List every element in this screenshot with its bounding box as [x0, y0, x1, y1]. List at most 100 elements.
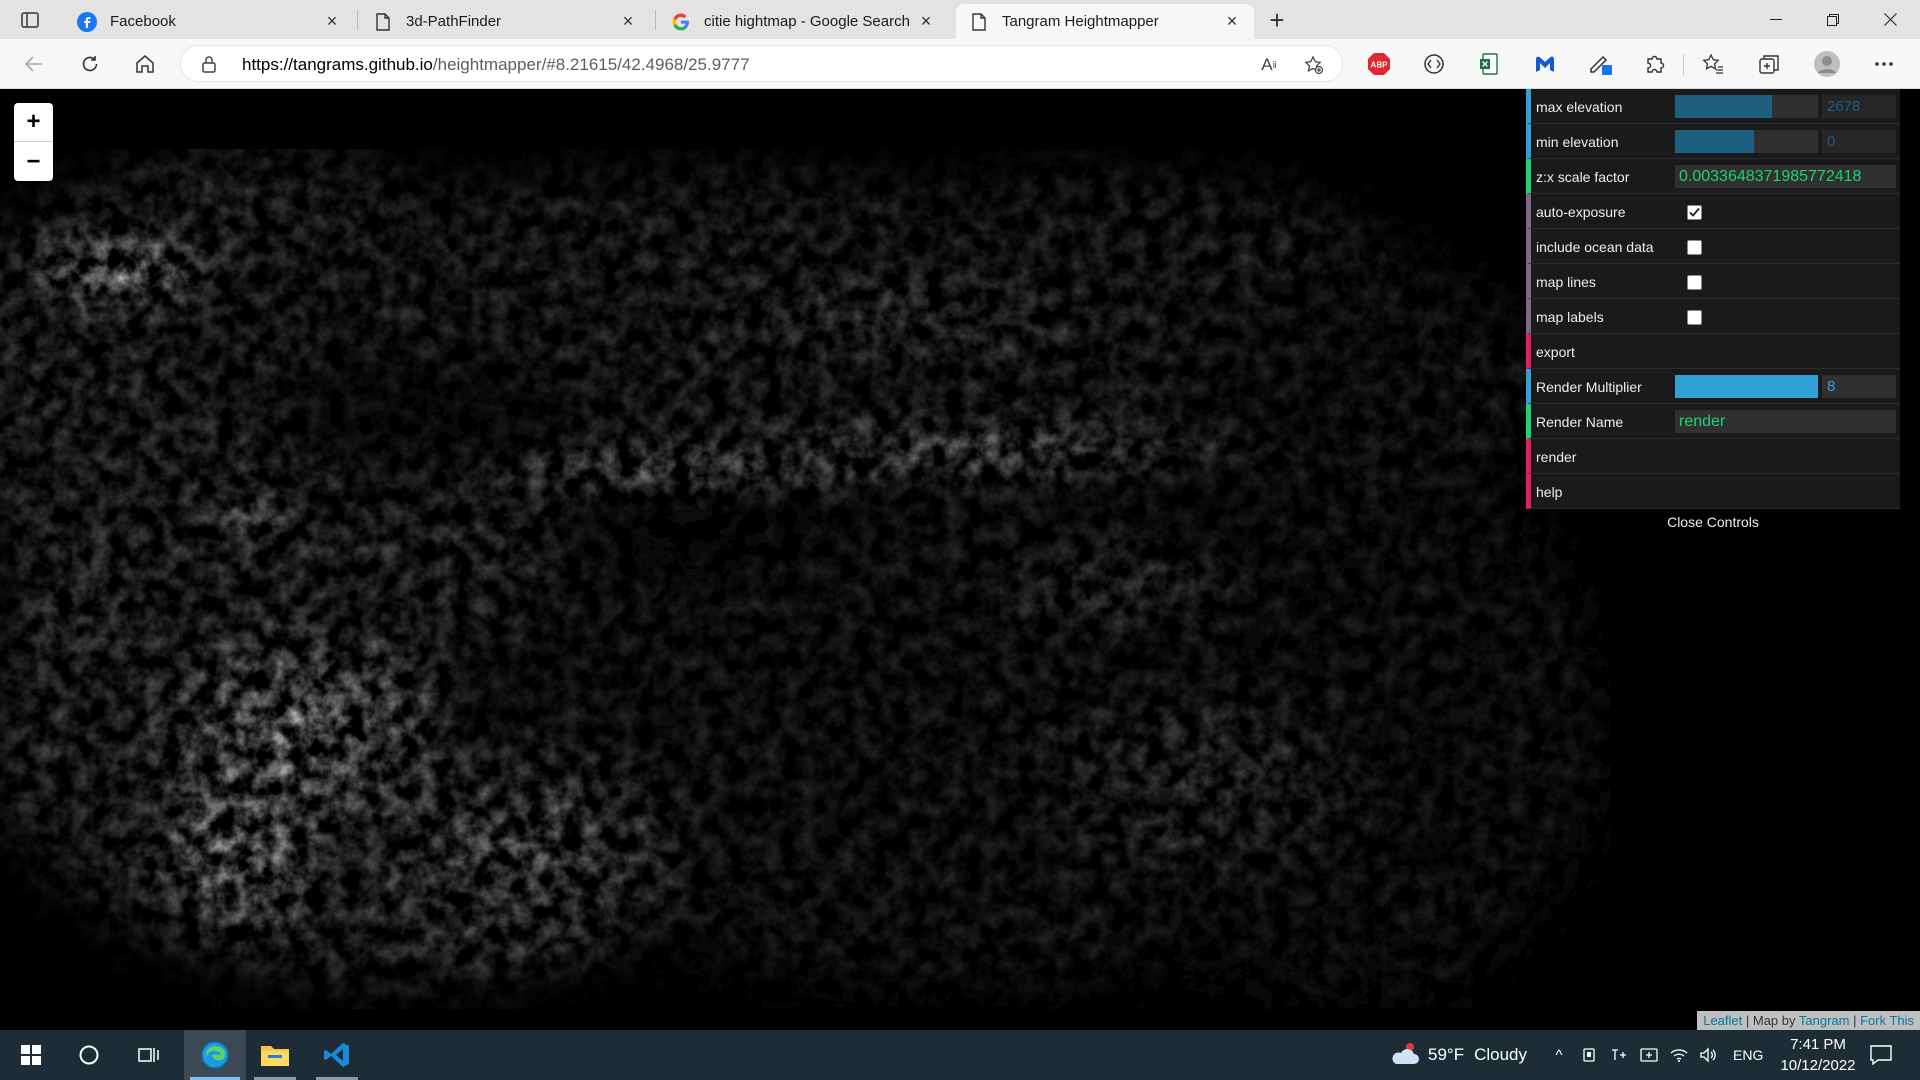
pen-icon[interactable]: [1587, 50, 1615, 78]
map-lines-checkbox[interactable]: [1687, 275, 1702, 290]
lock-icon[interactable]: [201, 55, 219, 73]
address-bar[interactable]: https://tangrams.github.io/heightmapper/…: [180, 45, 1343, 82]
tab-title: Tangram Heightmapper: [1002, 13, 1159, 30]
help-button[interactable]: help: [1526, 474, 1900, 509]
slider-fill: [1675, 130, 1754, 153]
windows-taskbar: 59°F Cloudy ^ ENG 7:41 PM 10/12/2022: [0, 1030, 1920, 1080]
weather-text: Cloudy: [1474, 1045, 1528, 1064]
include-ocean-control: include ocean data: [1526, 229, 1900, 264]
render-multiplier-input[interactable]: 8: [1822, 375, 1896, 398]
tab-actions-icon[interactable]: [10, 6, 50, 34]
malwarebytes-icon[interactable]: [1531, 50, 1559, 78]
export-button[interactable]: export: [1526, 334, 1900, 369]
map-attribution: Leaflet | Map by Tangram | Fork This: [1697, 1011, 1920, 1030]
browser-toolbar: https://tangrams.github.io/heightmapper/…: [0, 39, 1920, 89]
page-icon: [968, 11, 990, 33]
home-button[interactable]: [129, 48, 161, 80]
close-icon[interactable]: ×: [1222, 11, 1242, 32]
min-elevation-input[interactable]: 0: [1822, 130, 1896, 153]
max-elevation-slider[interactable]: [1675, 95, 1818, 118]
start-button[interactable]: [0, 1030, 62, 1080]
back-button[interactable]: [18, 48, 50, 80]
weather-widget[interactable]: 59°F Cloudy: [1388, 1030, 1527, 1080]
url-text[interactable]: https://tangrams.github.io/heightmapper/…: [242, 55, 750, 75]
file-explorer-taskbar-icon[interactable]: [244, 1030, 306, 1080]
heightmap-map[interactable]: + − max elevation 2678 min elevation 0 z…: [0, 89, 1920, 1030]
include-ocean-checkbox[interactable]: [1687, 240, 1702, 255]
new-tab-button[interactable]: +: [1262, 5, 1292, 35]
control-label: Render Multiplier: [1536, 379, 1642, 395]
language-indicator[interactable]: ENG: [1733, 1030, 1763, 1080]
wifi-icon[interactable]: [1668, 1044, 1690, 1066]
meet-now-icon[interactable]: [1638, 1044, 1660, 1066]
max-elevation-input[interactable]: 2678: [1822, 95, 1896, 118]
tab-google-search[interactable]: citie hightmap - Google Search ×: [658, 4, 948, 39]
zoom-out-button[interactable]: −: [14, 142, 53, 181]
vscode-taskbar-icon[interactable]: [306, 1030, 368, 1080]
close-icon[interactable]: ×: [618, 11, 638, 32]
control-label: auto-exposure: [1536, 204, 1626, 220]
input-icon[interactable]: [1608, 1044, 1630, 1066]
cloud-icon: [1392, 1043, 1419, 1064]
close-window-button[interactable]: [1867, 0, 1913, 39]
profile-avatar[interactable]: [1813, 50, 1841, 78]
min-elevation-slider[interactable]: [1675, 130, 1818, 153]
auto-exposure-control: auto-exposure: [1526, 194, 1900, 229]
zx-scale-input[interactable]: 0.0033648371985772418: [1675, 165, 1896, 188]
edge-taskbar-icon[interactable]: [184, 1030, 246, 1080]
check-icon: [1689, 207, 1700, 217]
close-icon[interactable]: ×: [322, 11, 342, 32]
tab-title: Facebook: [110, 13, 176, 30]
zoom-in-button[interactable]: +: [14, 103, 53, 142]
collections-icon[interactable]: [1755, 50, 1783, 78]
tab-3d-pathfinder[interactable]: 3d-PathFinder ×: [360, 4, 650, 39]
control-label: z:x scale factor: [1536, 169, 1630, 185]
attribution-text: | Map by: [1742, 1013, 1799, 1028]
map-labels-control: map labels: [1526, 299, 1900, 334]
chevron-up-icon[interactable]: ^: [1548, 1044, 1570, 1066]
clock-time: 7:41 PM: [1790, 1036, 1846, 1053]
auto-exposure-checkbox[interactable]: [1687, 205, 1702, 220]
tangram-link[interactable]: Tangram: [1799, 1013, 1850, 1028]
tab-separator: [357, 10, 358, 30]
restore-button[interactable]: [1810, 0, 1856, 39]
puzzle-icon[interactable]: [1641, 50, 1669, 78]
tab-title: citie hightmap - Google Search: [704, 13, 910, 30]
favorites-icon[interactable]: [1699, 50, 1727, 78]
tab-tangram-heightmapper[interactable]: Tangram Heightmapper ×: [956, 4, 1254, 39]
zx-scale-control: z:x scale factor 0.0033648371985772418: [1526, 159, 1900, 194]
volume-icon[interactable]: [1698, 1044, 1720, 1066]
clock[interactable]: 7:41 PM 10/12/2022: [1772, 1034, 1864, 1076]
close-controls-button[interactable]: Close Controls: [1526, 509, 1900, 533]
control-label: include ocean data: [1536, 239, 1654, 255]
tab-title: 3d-PathFinder: [406, 13, 502, 30]
refresh-button[interactable]: [74, 48, 106, 80]
settings-more-icon[interactable]: [1870, 50, 1898, 78]
tab-strip: Facebook × 3d-PathFinder × citie hightma…: [0, 0, 1920, 39]
search-button[interactable]: [58, 1030, 120, 1080]
attribution-separator: |: [1849, 1013, 1861, 1028]
task-view-button[interactable]: [118, 1030, 180, 1080]
close-icon[interactable]: ×: [916, 11, 936, 32]
render-multiplier-slider[interactable]: [1675, 375, 1818, 398]
control-label: help: [1536, 484, 1563, 500]
notifications-icon[interactable]: [1868, 1044, 1894, 1066]
office-icon[interactable]: [1476, 50, 1504, 78]
facebook-icon: [76, 11, 98, 33]
adblock-plus-icon[interactable]: ABP: [1365, 50, 1393, 78]
extension-icon[interactable]: [1420, 50, 1448, 78]
device-icon[interactable]: [1578, 1044, 1600, 1066]
control-label: map lines: [1536, 274, 1596, 290]
leaflet-link[interactable]: Leaflet: [1703, 1013, 1742, 1028]
render-button[interactable]: render: [1526, 439, 1900, 474]
page-icon: [372, 11, 394, 33]
url-host: https://tangrams.github.io: [242, 55, 433, 74]
map-labels-checkbox[interactable]: [1687, 310, 1702, 325]
add-favorite-icon[interactable]: [1301, 52, 1327, 78]
tab-facebook[interactable]: Facebook ×: [64, 4, 354, 39]
render-name-input[interactable]: render: [1675, 410, 1896, 433]
read-aloud-icon[interactable]: Aⅱ: [1256, 52, 1282, 78]
fork-this-link[interactable]: Fork This: [1860, 1013, 1914, 1028]
clock-date: 10/12/2022: [1780, 1057, 1856, 1074]
minimize-button[interactable]: [1753, 0, 1799, 39]
